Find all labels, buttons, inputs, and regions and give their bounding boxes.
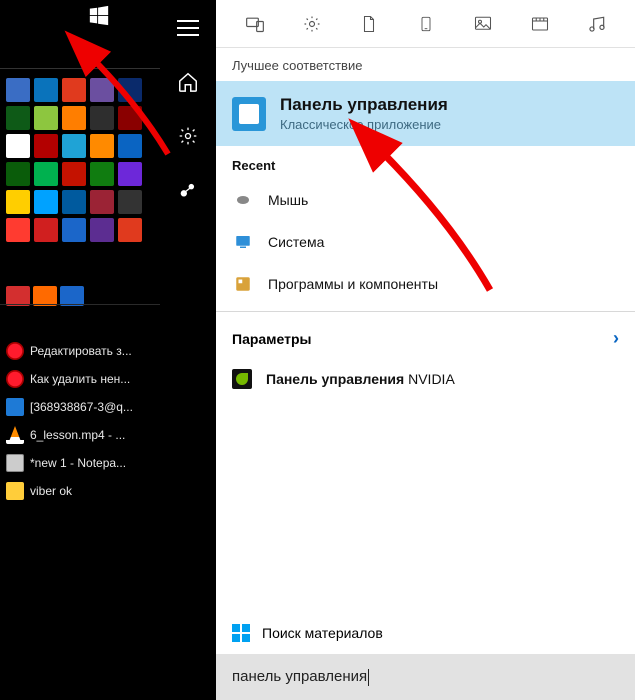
filter-music-icon[interactable] <box>586 13 608 35</box>
desktop-app-icon[interactable] <box>62 218 86 242</box>
best-match-title: Панель управления <box>280 95 448 115</box>
filter-row <box>216 0 635 48</box>
desktop-icon-grid <box>6 78 156 242</box>
desktop-app-icon[interactable] <box>6 134 30 158</box>
parameters-header[interactable]: Параметры › <box>216 318 635 359</box>
taskbar-window-item[interactable]: Как удалить нен... <box>6 370 156 388</box>
filter-video-icon[interactable] <box>529 13 551 35</box>
chevron-right-icon: › <box>613 328 619 349</box>
mouse-icon <box>232 189 254 211</box>
desktop-app-icon[interactable] <box>34 134 58 158</box>
windows-logo-icon[interactable] <box>88 5 110 27</box>
tray-icon[interactable] <box>33 286 57 306</box>
thunder-icon <box>6 398 24 416</box>
desktop-app-icon[interactable] <box>90 162 114 186</box>
desktop-app-icon[interactable] <box>90 218 114 242</box>
desktop-app-icon[interactable] <box>90 134 114 158</box>
programs-icon <box>232 273 254 295</box>
filter-settings-icon[interactable] <box>301 13 323 35</box>
nvidia-icon <box>232 369 252 389</box>
taskbar-window-item[interactable]: Редактировать з... <box>6 342 156 360</box>
param-item-nvidia[interactable]: Панель управления NVIDIA <box>216 359 635 399</box>
desktop-app-icon[interactable] <box>34 106 58 130</box>
desktop-app-icon[interactable] <box>6 106 30 130</box>
system-icon <box>232 231 254 253</box>
desktop-app-icon[interactable] <box>90 106 114 130</box>
desktop-app-icon[interactable] <box>118 218 142 242</box>
desktop-app-icon[interactable] <box>34 78 58 102</box>
taskbar-window-item[interactable]: viber ok <box>6 482 156 500</box>
home-icon[interactable] <box>174 68 202 96</box>
filter-devices-icon[interactable] <box>244 13 266 35</box>
desktop-app-icon[interactable] <box>118 78 142 102</box>
vlc-icon <box>6 426 24 444</box>
recent-item-system[interactable]: Система <box>216 221 635 263</box>
recent-item-mouse[interactable]: Мышь <box>216 179 635 221</box>
desktop-app-icon[interactable] <box>118 106 142 130</box>
desktop-app-icon[interactable] <box>34 190 58 214</box>
hamburger-icon[interactable] <box>174 14 202 42</box>
opera-icon <box>6 370 24 388</box>
note-icon <box>6 454 24 472</box>
web-search-row[interactable]: Поиск материалов <box>216 612 635 654</box>
control-panel-icon <box>232 97 266 131</box>
desktop-app-icon[interactable] <box>34 218 58 242</box>
desktop-app-icon[interactable] <box>90 78 114 102</box>
best-match-result[interactable]: Панель управления Классическое приложени… <box>216 81 635 146</box>
search-rail <box>160 0 216 700</box>
search-content: Лучшее соответствие Панель управления Кл… <box>216 0 635 700</box>
desktop-app-icon[interactable] <box>6 162 30 186</box>
opera-icon <box>6 342 24 360</box>
tray-icon[interactable] <box>6 286 30 306</box>
best-match-header: Лучшее соответствие <box>216 48 635 81</box>
desktop-app-icon[interactable] <box>62 106 86 130</box>
desktop-area: Редактировать з... Как удалить нен... [368… <box>0 0 160 700</box>
taskbar-window-item[interactable]: *new 1 - Notepa... <box>6 454 156 472</box>
desktop-app-icon[interactable] <box>62 162 86 186</box>
desktop-app-icon[interactable] <box>62 190 86 214</box>
tray-icons <box>6 286 84 306</box>
share-icon[interactable] <box>174 176 202 204</box>
folder-icon <box>6 482 24 500</box>
taskbar-window-list: Редактировать з... Как удалить нен... [368… <box>6 342 156 500</box>
taskbar-search-icon[interactable] <box>72 38 94 60</box>
desktop-app-icon[interactable] <box>34 162 58 186</box>
search-input[interactable]: панель управления <box>216 654 635 700</box>
desktop-app-icon[interactable] <box>118 190 142 214</box>
desktop-app-icon[interactable] <box>6 218 30 242</box>
desktop-app-icon[interactable] <box>62 134 86 158</box>
recent-header: Recent <box>216 146 635 179</box>
tray-icon[interactable] <box>60 286 84 306</box>
desktop-app-icon[interactable] <box>6 78 30 102</box>
windows-store-icon <box>232 624 250 642</box>
desktop-app-icon[interactable] <box>6 190 30 214</box>
taskbar-window-item[interactable]: [368938867-3@q... <box>6 398 156 416</box>
filter-phone-icon[interactable] <box>415 13 437 35</box>
recent-item-programs[interactable]: Программы и компоненты <box>216 263 635 305</box>
desktop-app-icon[interactable] <box>118 162 142 186</box>
filter-image-icon[interactable] <box>472 13 494 35</box>
desktop-app-icon[interactable] <box>90 190 114 214</box>
best-match-subtitle: Классическое приложение <box>280 117 448 132</box>
desktop-app-icon[interactable] <box>118 134 142 158</box>
desktop-app-icon[interactable] <box>62 78 86 102</box>
search-panel: Лучшее соответствие Панель управления Кл… <box>160 0 635 700</box>
filter-document-icon[interactable] <box>358 13 380 35</box>
settings-gear-icon[interactable] <box>174 122 202 150</box>
taskbar-window-item[interactable]: 6_lesson.mp4 - ... <box>6 426 156 444</box>
